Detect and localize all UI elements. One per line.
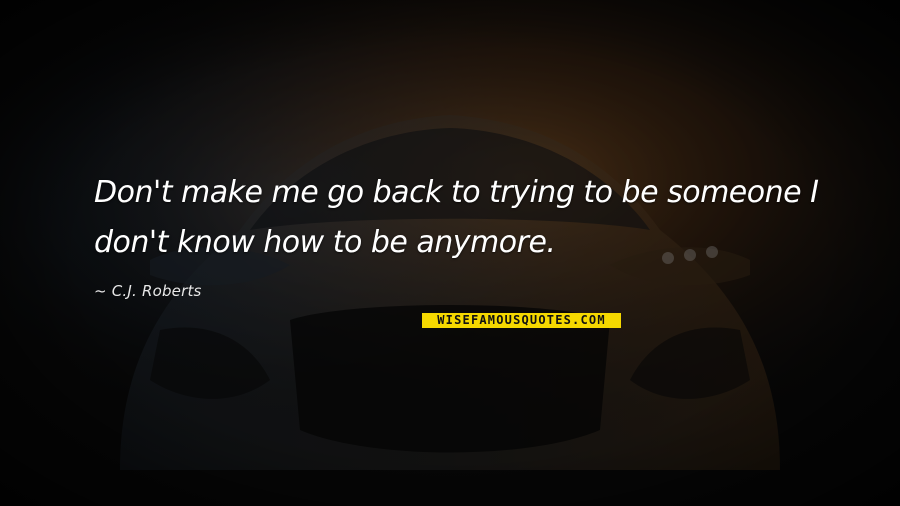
quote-card: Don't make me go back to trying to be so… xyxy=(0,0,900,506)
author-name: C.J. Roberts xyxy=(111,282,202,300)
quote-text: Don't make me go back to trying to be so… xyxy=(94,175,819,260)
wisefamousquotes-logo[interactable]: WISEFAMOUSQUOTES.COM xyxy=(422,313,621,328)
quote-author: ~ C.J. Roberts xyxy=(94,282,202,300)
